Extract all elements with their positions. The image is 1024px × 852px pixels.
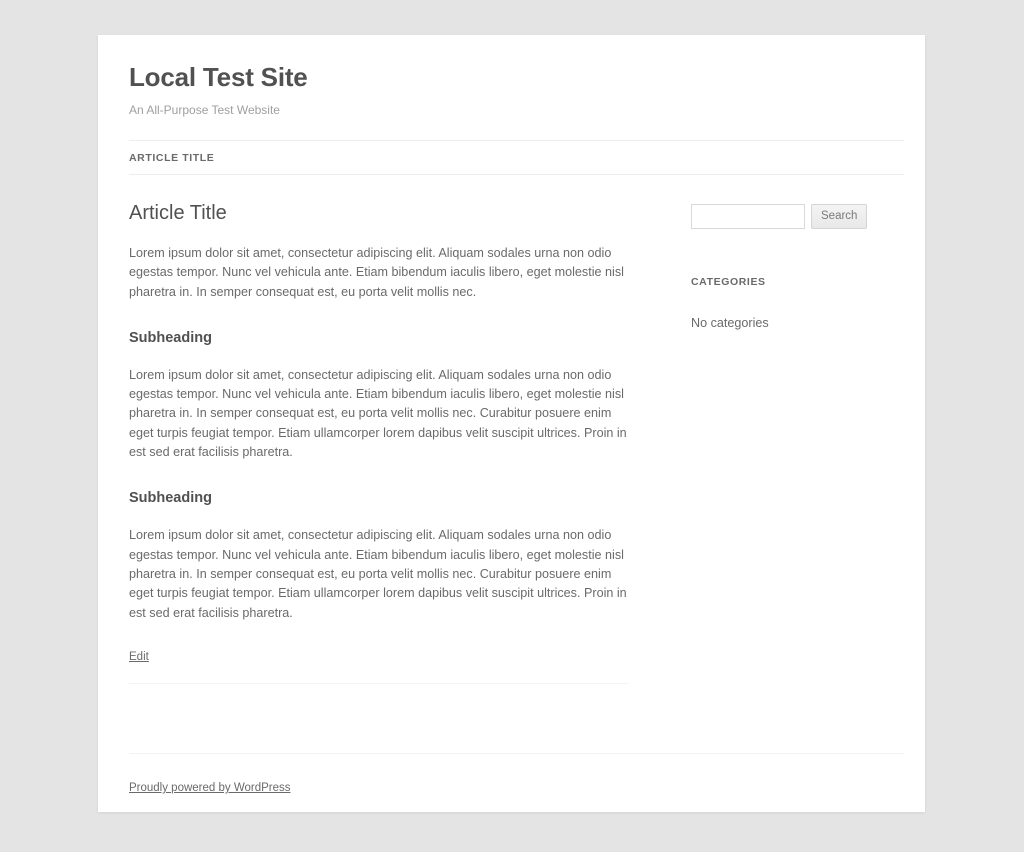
site-tagline: An All-Purpose Test Website bbox=[129, 103, 280, 117]
article-subheading-2: Subheading bbox=[129, 490, 212, 507]
search-input[interactable] bbox=[691, 204, 805, 229]
sidebar: Search Categories No categories bbox=[691, 200, 896, 332]
search-button[interactable]: Search bbox=[811, 204, 868, 229]
article-section-paragraph-2: Lorem ipsum dolor sit amet, consectetur … bbox=[129, 528, 627, 620]
main-content-area: Article Title Lorem ipsum dolor sit amet… bbox=[129, 175, 904, 692]
wordpress-credit-link[interactable]: Proudly powered by WordPress bbox=[129, 782, 291, 794]
site-container: Local Test Site An All-Purpose Test Webs… bbox=[98, 35, 925, 812]
article-section-paragraph-1: Lorem ipsum dolor sit amet, consectetur … bbox=[129, 367, 627, 460]
article-subheading-1: Subheading bbox=[129, 329, 212, 346]
article: Article Title Lorem ipsum dolor sit amet… bbox=[129, 200, 629, 665]
site-header: Local Test Site An All-Purpose Test Webs… bbox=[129, 35, 904, 118]
edit-link[interactable]: Edit bbox=[129, 651, 149, 663]
nav-item-article-title[interactable]: Article Title bbox=[129, 152, 214, 164]
site-title[interactable]: Local Test Site bbox=[129, 62, 904, 92]
search-form[interactable]: Search bbox=[691, 204, 896, 229]
article-content: Lorem ipsum dolor sit amet, consectetur … bbox=[129, 244, 629, 623]
categories-widget-title: Categories bbox=[691, 276, 766, 288]
categories-widget: Categories No categories bbox=[691, 275, 896, 332]
edit-link-wrapper: Edit bbox=[129, 649, 629, 665]
article-title: Article Title bbox=[129, 202, 227, 224]
categories-empty-message: No categories bbox=[691, 316, 769, 330]
content-divider bbox=[129, 682, 629, 684]
primary-navigation[interactable]: Article Title bbox=[129, 140, 904, 175]
article-intro-paragraph: Lorem ipsum dolor sit amet, consectetur … bbox=[129, 246, 624, 299]
site-header-wrapper: Local Test Site An All-Purpose Test Webs… bbox=[129, 35, 904, 692]
article-column: Article Title Lorem ipsum dolor sit amet… bbox=[129, 200, 629, 692]
footer-credit: Proudly powered by WordPress bbox=[129, 754, 904, 796]
search-widget: Search bbox=[691, 204, 896, 229]
site-footer: Proudly powered by WordPress bbox=[129, 753, 904, 812]
